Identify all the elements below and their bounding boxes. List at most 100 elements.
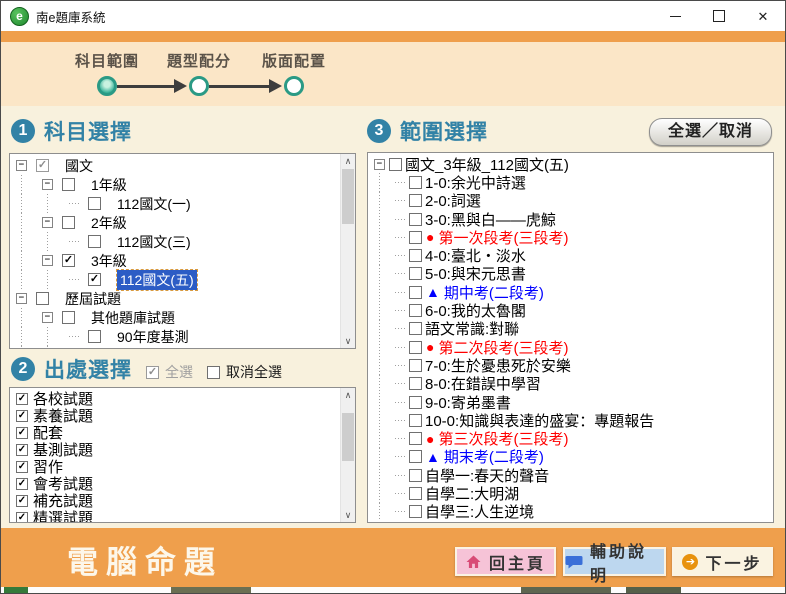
checkbox[interactable]: ✓ (16, 409, 28, 422)
tree-row[interactable]: ● 第二次段考(三段考) (372, 337, 771, 357)
checkbox[interactable] (62, 311, 75, 324)
tree-row[interactable]: − 歷屆試題 (14, 289, 340, 308)
tree-row[interactable]: 10-0:知識與表達的盛宴：專題報告 (372, 411, 771, 430)
deselect-all-option[interactable]: 取消全選 (207, 362, 282, 382)
tree-row[interactable]: − 2年級 (14, 213, 340, 232)
checkbox[interactable] (88, 235, 101, 248)
checkbox[interactable] (62, 178, 75, 191)
scrollbar-thumb[interactable] (342, 169, 354, 224)
checkbox[interactable] (409, 340, 422, 354)
source-list-scrollbar[interactable]: ∧ ∨ (340, 388, 355, 522)
close-button[interactable]: ✕ (741, 1, 785, 31)
tree-row[interactable]: ▲ 期中考(二段考) (372, 283, 771, 302)
expander-icon[interactable]: − (16, 293, 27, 304)
checkbox[interactable] (409, 486, 422, 500)
checkbox[interactable] (409, 230, 422, 244)
tree-row[interactable]: 3-0:黑與白——虎鯨 (372, 209, 771, 229)
tree-row[interactable]: 91年度基測 (14, 346, 340, 348)
minimize-button[interactable] (653, 1, 697, 31)
expander-icon[interactable]: − (16, 160, 27, 171)
tree-row[interactable]: 90年度基測 (14, 327, 340, 346)
checkbox[interactable] (409, 377, 422, 391)
checkbox[interactable] (409, 450, 422, 464)
checkbox[interactable]: ✓ (16, 511, 28, 522)
checkbox[interactable]: ✓ (88, 273, 101, 286)
checkbox[interactable] (409, 413, 422, 427)
next-button[interactable]: ➔ 下一步 (672, 547, 773, 576)
scroll-up-icon[interactable]: ∧ (341, 388, 355, 402)
home-button[interactable]: 回主頁 (455, 547, 556, 576)
scroll-down-icon[interactable]: ∨ (341, 334, 355, 348)
tree-label[interactable]: 2年級 (91, 213, 127, 233)
scroll-down-icon[interactable]: ∨ (341, 508, 355, 522)
checkbox[interactable]: ✓ (16, 426, 28, 439)
tree-row[interactable]: − 1年級 (14, 175, 340, 194)
expander-icon[interactable]: − (374, 158, 385, 170)
checkbox[interactable] (409, 304, 422, 318)
checkbox[interactable] (409, 194, 422, 208)
tree-row[interactable]: 語文常識:對聯 (372, 319, 771, 338)
expander-icon[interactable]: − (42, 312, 53, 323)
select-all-option[interactable]: ✓ 全選 (146, 362, 193, 382)
checkbox[interactable] (389, 157, 402, 171)
select-toggle-button[interactable]: 全選／取消 (649, 118, 772, 146)
tree-label[interactable]: 自學三:人生逆境 (425, 501, 534, 522)
tree-label[interactable]: 其他題庫試題 (91, 308, 175, 328)
tree-row[interactable]: − ✓ 3年級 (14, 251, 340, 270)
tree-row[interactable]: 7-0:生於憂患死於安樂 (372, 356, 771, 375)
checkbox[interactable] (409, 468, 422, 482)
tree-row[interactable]: − ✓ 國文 (14, 156, 340, 175)
tree-row[interactable]: ● 第一次段考(三段考) (372, 228, 771, 247)
deselect-all-checkbox[interactable] (207, 365, 220, 379)
tree-row[interactable]: 112國文(一) (14, 194, 340, 213)
tree-row[interactable]: 自學二:大明湖 (372, 484, 771, 503)
checkbox[interactable]: ✓ (16, 460, 28, 473)
checkbox[interactable] (409, 505, 422, 519)
tree-row[interactable]: ● 第三次段考(三段考) (372, 429, 771, 448)
checkbox[interactable]: ✓ (36, 159, 49, 172)
tree-row[interactable]: 自學三:人生逆境 (372, 501, 771, 522)
maximize-button[interactable] (697, 1, 741, 31)
tree-row[interactable]: 5-0:與宋元思書 (372, 264, 771, 283)
checkbox[interactable] (88, 197, 101, 210)
select-all-checkbox[interactable]: ✓ (146, 365, 159, 379)
checkbox[interactable] (409, 395, 422, 409)
checkbox[interactable] (409, 249, 422, 263)
list-item[interactable]: ✓ 精選試題 (14, 509, 340, 522)
expander-icon[interactable]: − (42, 217, 53, 228)
checkbox[interactable]: ✓ (62, 254, 75, 267)
tree-label[interactable]: 1年級 (91, 175, 127, 195)
tree-row[interactable]: 6-0:我的太魯閣 (372, 301, 771, 320)
help-button[interactable]: 輔助說明 (563, 544, 666, 585)
checkbox[interactable] (409, 322, 422, 336)
checkbox[interactable]: ✓ (16, 443, 28, 456)
tree-label[interactable]: 112國文(三) (117, 232, 191, 252)
checkbox[interactable] (409, 212, 422, 226)
checkbox[interactable]: ✓ (16, 477, 28, 490)
tree-label[interactable]: 91年度基測 (117, 346, 189, 349)
tree-row[interactable]: 4-0:臺北・淡水 (372, 246, 771, 265)
tree-row[interactable]: − 其他題庫試題 (14, 308, 340, 327)
checkbox[interactable] (409, 358, 422, 372)
expander-icon[interactable]: − (42, 255, 53, 266)
tree-row[interactable]: ▲ 期末考(二段考) (372, 447, 771, 466)
tree-row[interactable]: − 國文_3年級_112國文(五) (372, 155, 771, 174)
tree-label[interactable]: 90年度基測 (117, 327, 189, 347)
checkbox[interactable] (36, 292, 49, 305)
scrollbar-thumb[interactable] (342, 413, 354, 461)
scroll-up-icon[interactable]: ∧ (341, 154, 355, 168)
tree-row[interactable]: 9-0:寄弟墨書 (372, 392, 771, 412)
checkbox[interactable] (88, 330, 101, 343)
tree-label[interactable]: 112國文(五) (116, 268, 198, 291)
tree-label[interactable]: 國文 (65, 156, 93, 176)
tree-label[interactable]: 3年級 (91, 251, 127, 271)
checkbox[interactable] (409, 432, 422, 446)
tree-row[interactable]: 自學一:春天的聲音 (372, 466, 771, 485)
checkbox[interactable] (62, 216, 75, 229)
checkbox[interactable] (409, 285, 422, 299)
tree-row[interactable]: 2-0:詞選 (372, 191, 771, 210)
subject-tree-scrollbar[interactable]: ∧ ∨ (340, 154, 355, 348)
checkbox[interactable]: ✓ (16, 494, 28, 507)
tree-row[interactable]: 8-0:在錯誤中學習 (372, 374, 771, 393)
expander-icon[interactable]: − (42, 179, 53, 190)
